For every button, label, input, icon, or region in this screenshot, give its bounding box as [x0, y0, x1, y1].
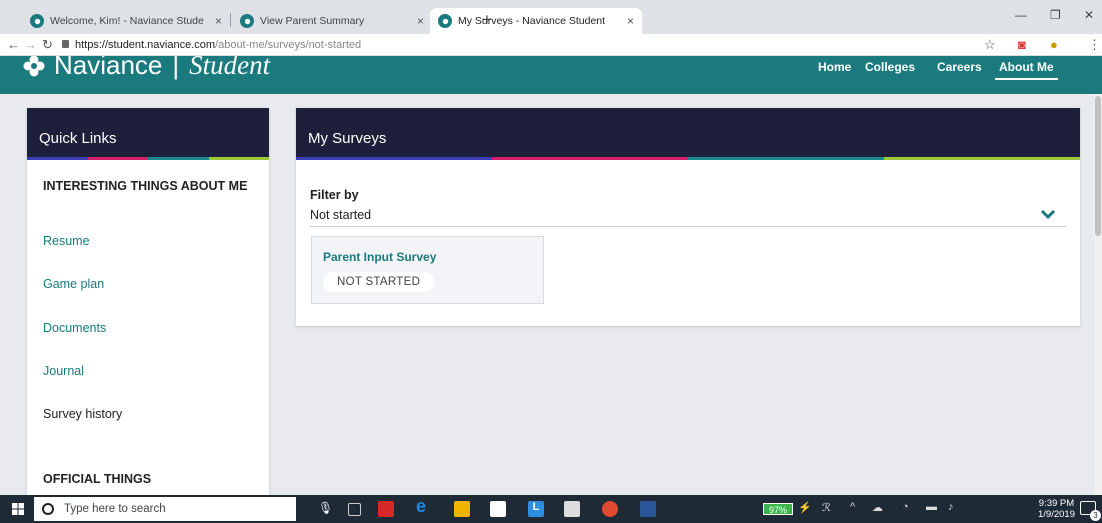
- header-color-bar: [27, 157, 269, 160]
- survey-title-link[interactable]: Parent Input Survey: [323, 250, 436, 264]
- browser-tab-label: Welcome, Kim! - Naviance Stude: [50, 15, 204, 27]
- link-survey-history[interactable]: Survey history: [43, 407, 122, 421]
- file-explorer-icon[interactable]: [454, 501, 470, 517]
- url-host: https://student.naviance.com: [75, 39, 216, 51]
- reload-icon[interactable]: ↻: [42, 37, 53, 53]
- quick-links-header: Quick Links: [27, 108, 269, 160]
- new-tab-button[interactable]: +: [482, 10, 492, 30]
- nav-home[interactable]: Home: [818, 60, 851, 74]
- word-icon[interactable]: [640, 501, 656, 517]
- tray-chevron-icon[interactable]: ^: [850, 501, 855, 513]
- lock-icon: [62, 40, 69, 48]
- mail-icon[interactable]: [564, 501, 580, 517]
- volume-icon[interactable]: ♪: [948, 501, 954, 513]
- brand-product: Student: [189, 56, 271, 80]
- close-window-icon[interactable]: ✕: [1084, 8, 1094, 22]
- microphone-icon[interactable]: 🎙: [318, 501, 334, 517]
- survey-card[interactable]: Parent Input Survey NOT STARTED: [311, 236, 544, 304]
- section-heading-interesting: INTERESTING THINGS ABOUT ME: [43, 179, 248, 193]
- browser-tab-my-surveys[interactable]: My Surveys - Naviance Student ×: [430, 8, 642, 34]
- menu-dots-icon[interactable]: ⋮: [1088, 37, 1101, 53]
- close-icon[interactable]: ×: [215, 14, 222, 28]
- chrome-icon[interactable]: [602, 501, 618, 517]
- keyboard-icon[interactable]: ▬: [926, 501, 937, 513]
- app-icon-l[interactable]: L: [528, 501, 544, 517]
- naviance-favicon-icon: [438, 14, 452, 28]
- onedrive-icon[interactable]: ☁: [872, 501, 883, 514]
- link-game-plan[interactable]: Game plan: [43, 277, 104, 291]
- filter-value: Not started: [310, 208, 372, 222]
- restore-icon[interactable]: ❐: [1050, 8, 1061, 22]
- clock-date: 1/9/2019: [1038, 509, 1075, 520]
- nav-colleges[interactable]: Colleges: [865, 60, 915, 74]
- store-icon[interactable]: [490, 501, 506, 517]
- filter-label: Filter by: [310, 188, 359, 202]
- naviance-logo[interactable]: Naviance | Student: [22, 56, 270, 81]
- bookmark-star-icon[interactable]: ☆: [984, 37, 996, 53]
- site-header: Naviance | Student Home Colleges Careers…: [0, 56, 1102, 94]
- header-color-bar: [296, 157, 1080, 160]
- filter-dropdown[interactable]: Not started: [310, 205, 1066, 227]
- link-journal[interactable]: Journal: [43, 364, 84, 378]
- extension-icon[interactable]: ●: [1050, 37, 1058, 52]
- wifi-icon[interactable]: ◔: [902, 501, 909, 513]
- brand-name: Naviance: [54, 56, 163, 80]
- section-heading-official: OFFICIAL THINGS: [43, 472, 152, 486]
- quick-links-panel: Quick Links INTERESTING THINGS ABOUT ME …: [27, 108, 269, 500]
- windows-start-icon[interactable]: [12, 503, 24, 515]
- browser-tab-welcome[interactable]: Welcome, Kim! - Naviance Stude ×: [22, 8, 230, 34]
- cortana-icon: [42, 503, 54, 515]
- windows-taskbar: Type here to search 🎙 e L 97% ⚡ ℛ ^ ☁ ◔ …: [0, 495, 1102, 523]
- power-plug-icon: ⚡: [798, 502, 812, 514]
- app-icon-red[interactable]: [378, 501, 394, 517]
- link-resume[interactable]: Resume: [43, 234, 90, 248]
- status-badge: NOT STARTED: [323, 272, 435, 292]
- task-view-icon[interactable]: [348, 503, 361, 516]
- address-bar: ← → ↻ https://student.naviance.com/about…: [0, 34, 1102, 56]
- people-icon[interactable]: ℛ: [822, 501, 831, 514]
- browser-tab-label: View Parent Summary: [260, 15, 365, 27]
- my-surveys-header: My Surveys: [296, 108, 1080, 160]
- quick-links-title: Quick Links: [39, 130, 117, 147]
- browser-tab-parent-summary[interactable]: View Parent Summary ×: [232, 8, 432, 34]
- minimize-icon[interactable]: —: [1015, 8, 1027, 22]
- link-documents[interactable]: Documents: [43, 321, 106, 335]
- brand-separator: |: [172, 56, 180, 80]
- pocket-extension-icon[interactable]: ◙: [1018, 37, 1026, 52]
- nav-about-me[interactable]: About Me: [995, 60, 1058, 80]
- clock-time: 9:39 PM: [1038, 498, 1075, 509]
- scrollbar-thumb[interactable]: [1095, 96, 1101, 236]
- close-icon[interactable]: ×: [627, 14, 634, 28]
- chevron-down-icon[interactable]: [1040, 208, 1056, 220]
- nav-careers[interactable]: Careers: [937, 60, 982, 74]
- close-icon[interactable]: ×: [417, 14, 424, 28]
- battery-indicator[interactable]: 97%: [763, 503, 793, 515]
- search-placeholder: Type here to search: [64, 503, 166, 515]
- my-surveys-panel: My Surveys Filter by Not started Parent …: [296, 108, 1080, 326]
- url-path: /about-me/surveys/not-started: [215, 39, 362, 51]
- edge-browser-icon[interactable]: e: [416, 496, 432, 516]
- naviance-flower-icon: [23, 56, 45, 76]
- system-clock[interactable]: 9:39 PM 1/9/2019: [1038, 498, 1075, 520]
- naviance-favicon-icon: [30, 14, 44, 28]
- my-surveys-title: My Surveys: [308, 130, 387, 147]
- back-arrow-icon[interactable]: ←: [7, 37, 20, 52]
- taskbar-search-input[interactable]: Type here to search: [34, 497, 296, 521]
- forward-arrow-icon[interactable]: →: [24, 37, 37, 52]
- naviance-favicon-icon: [240, 14, 254, 28]
- tab-divider: [230, 13, 231, 27]
- notification-count: 3: [1090, 510, 1101, 521]
- url-field[interactable]: https://student.naviance.com/about-me/su…: [62, 39, 361, 51]
